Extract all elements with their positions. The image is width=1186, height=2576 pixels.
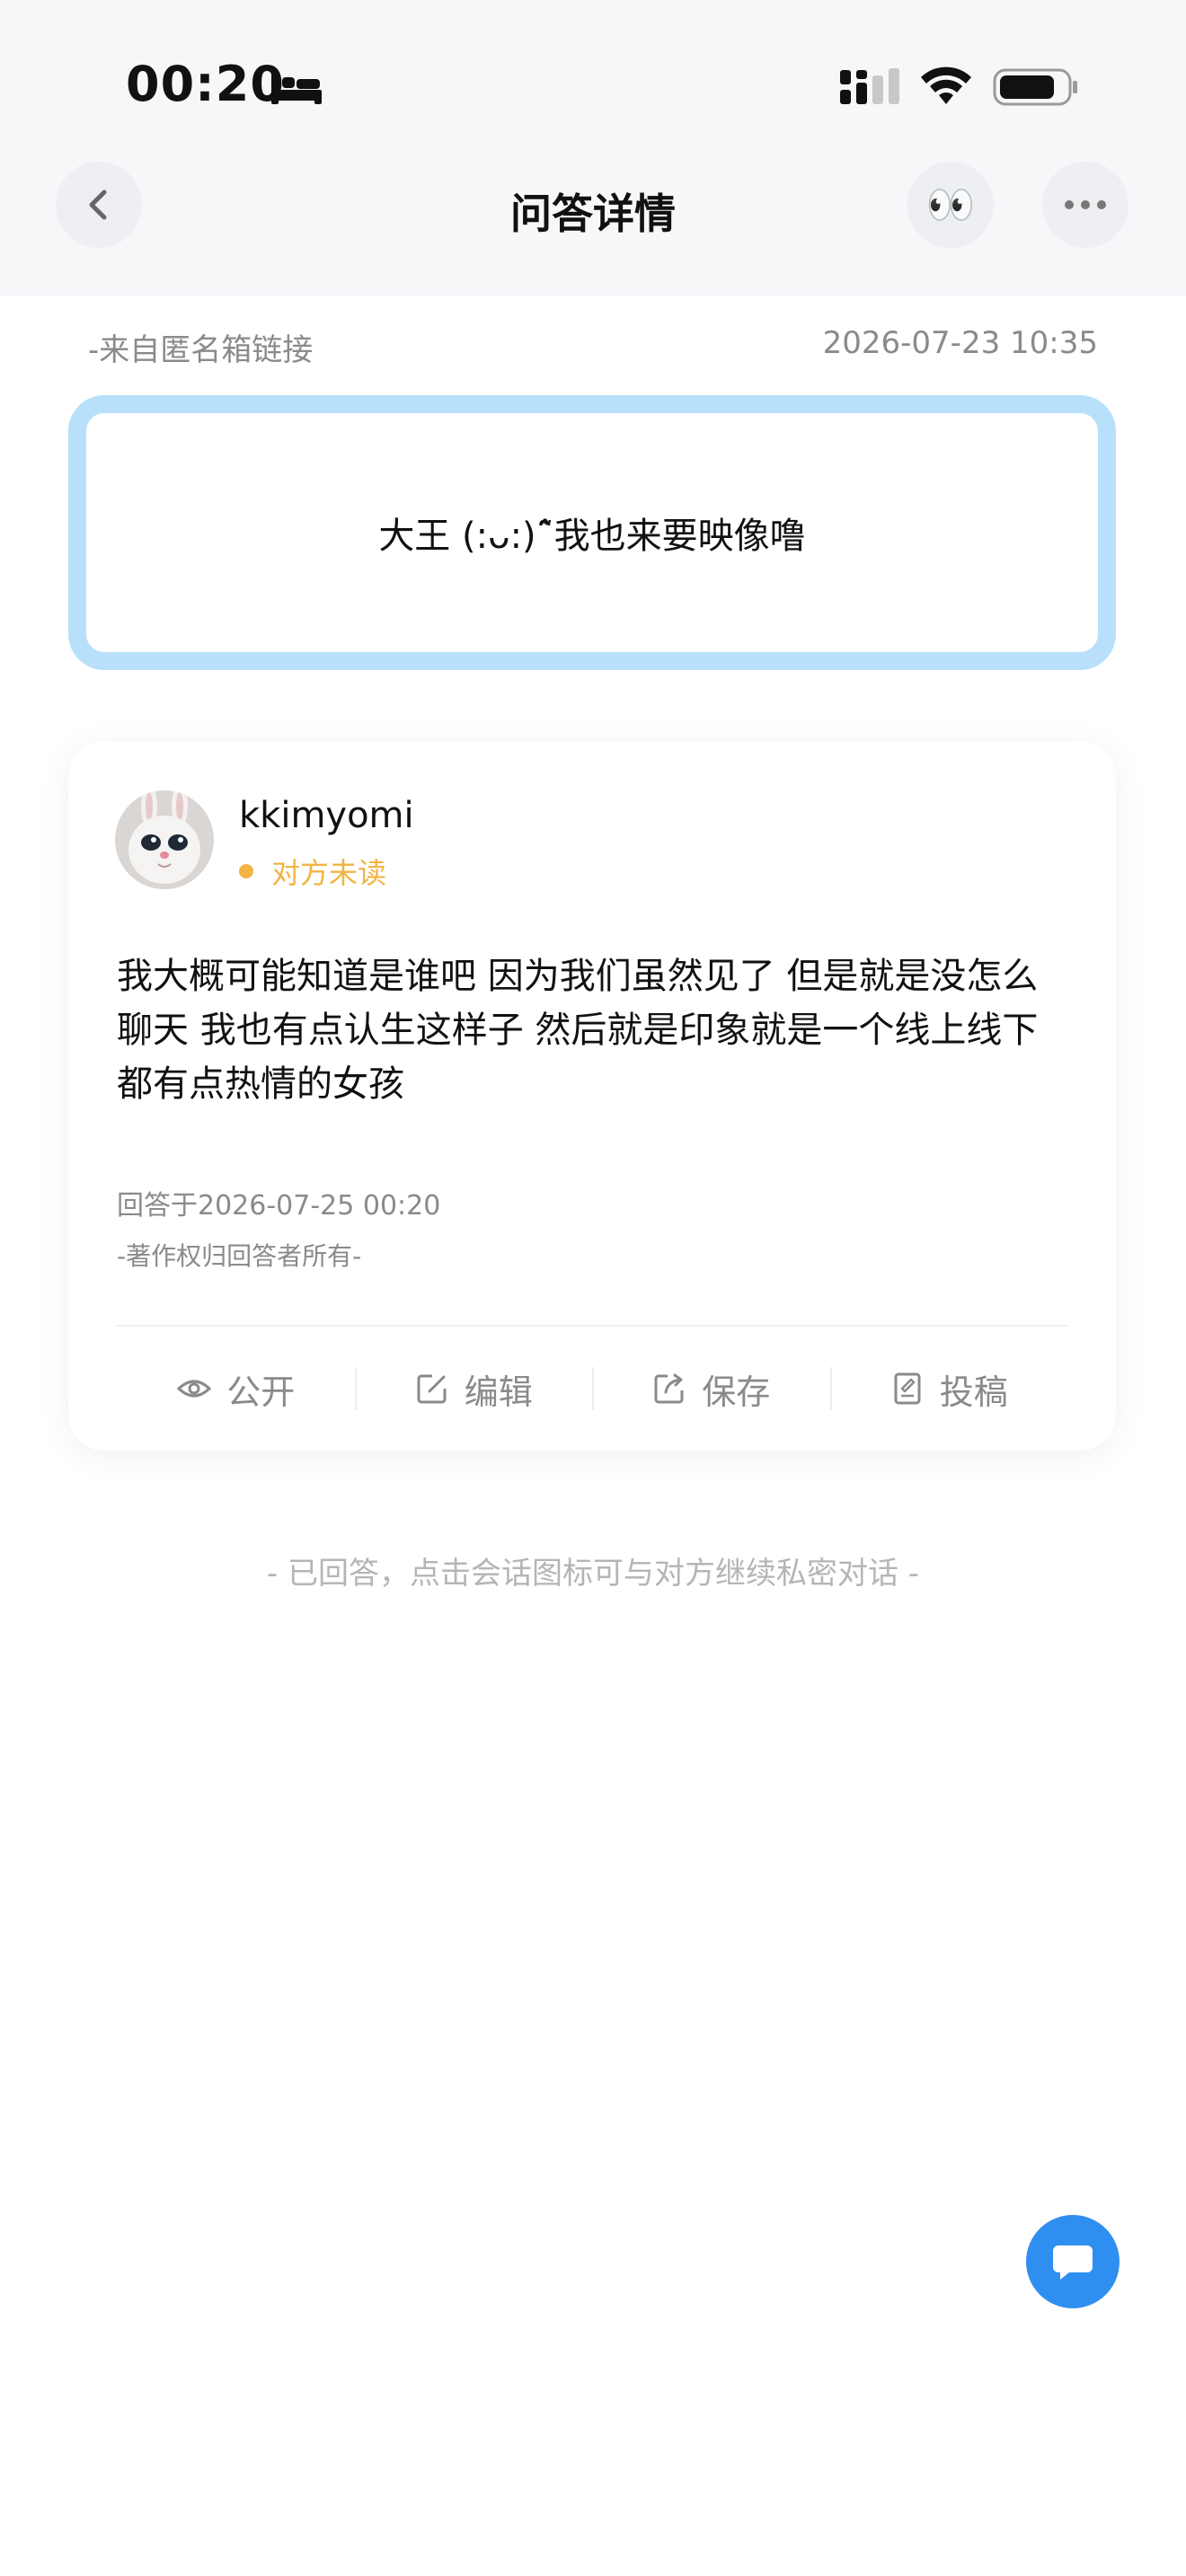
save-label: 保存 (702, 1372, 771, 1412)
submit-button[interactable]: 投稿 (829, 1364, 1068, 1414)
navigation-bar: 问答详情 👀 (0, 162, 1186, 296)
edit-button[interactable]: 编辑 (354, 1364, 593, 1414)
bunny-avatar-icon (115, 790, 214, 889)
answerer-username[interactable]: kkimyomi (239, 795, 414, 836)
more-dots-icon (1065, 200, 1106, 209)
chat-button[interactable] (1026, 2215, 1120, 2308)
page-title: 问答详情 (510, 190, 676, 238)
save-button[interactable]: 保存 (592, 1364, 830, 1414)
submit-icon (894, 1372, 921, 1405)
save-icon (654, 1373, 684, 1404)
answer-actions: 公开 编辑 保存 投稿 (117, 1327, 1067, 1451)
submit-label: 投稿 (939, 1372, 1008, 1412)
question-source: -来自匿名箱链接 (88, 332, 314, 368)
answer-card: kkimyomi 对方未读 我大概可能知道是谁吧 因为我们虽然见了 但是就是没怎… (68, 741, 1116, 1451)
answered-at: 回答于2026-07-25 00:20 (117, 1190, 441, 1222)
answer-text: 我大概可能知道是谁吧 因为我们虽然见了 但是就是没怎么聊天 我也有点认生这样子 … (117, 956, 1039, 1105)
status-bar: 00:20 (0, 0, 1186, 162)
question-meta: -来自匿名箱链接 2026-07-23 10:35 (88, 325, 1098, 369)
chat-bubble-icon (1053, 2245, 1093, 2280)
top-area: 00:20 问答详情 👀 (0, 0, 1186, 296)
footer-note: - 已回答，点击会话图标可与对方继续私密对话 - (266, 1556, 920, 1592)
edit-label: 编辑 (464, 1372, 533, 1412)
eyes-icon: 👀 (925, 182, 976, 228)
status-time: 00:20 (126, 56, 285, 112)
avatar[interactable] (115, 790, 214, 889)
eye-icon (177, 1380, 212, 1398)
question-timestamp: 2026-07-23 10:35 (822, 325, 1098, 361)
read-status: 对方未读 (239, 851, 386, 892)
cellular-signal-icon (840, 68, 899, 104)
sleep-focus-icon (271, 74, 322, 104)
edit-icon (417, 1374, 447, 1404)
read-status-label: 对方未读 (271, 856, 387, 890)
battery-icon (993, 68, 1077, 106)
public-button[interactable]: 公开 (117, 1364, 355, 1414)
public-label: 公开 (226, 1372, 296, 1412)
question-card: 大王 (:ᴗ:)˜̂我也来要映像噜 (68, 395, 1116, 670)
wifi-icon (921, 66, 971, 104)
more-button[interactable] (1042, 162, 1128, 248)
question-text: 大王 (:ᴗ:)˜̂我也来要映像噜 (378, 516, 806, 557)
eyes-button[interactable]: 👀 (907, 162, 994, 248)
unread-dot-icon (239, 864, 253, 878)
copyright-note: -著作权归回答者所有- (117, 1241, 362, 1271)
